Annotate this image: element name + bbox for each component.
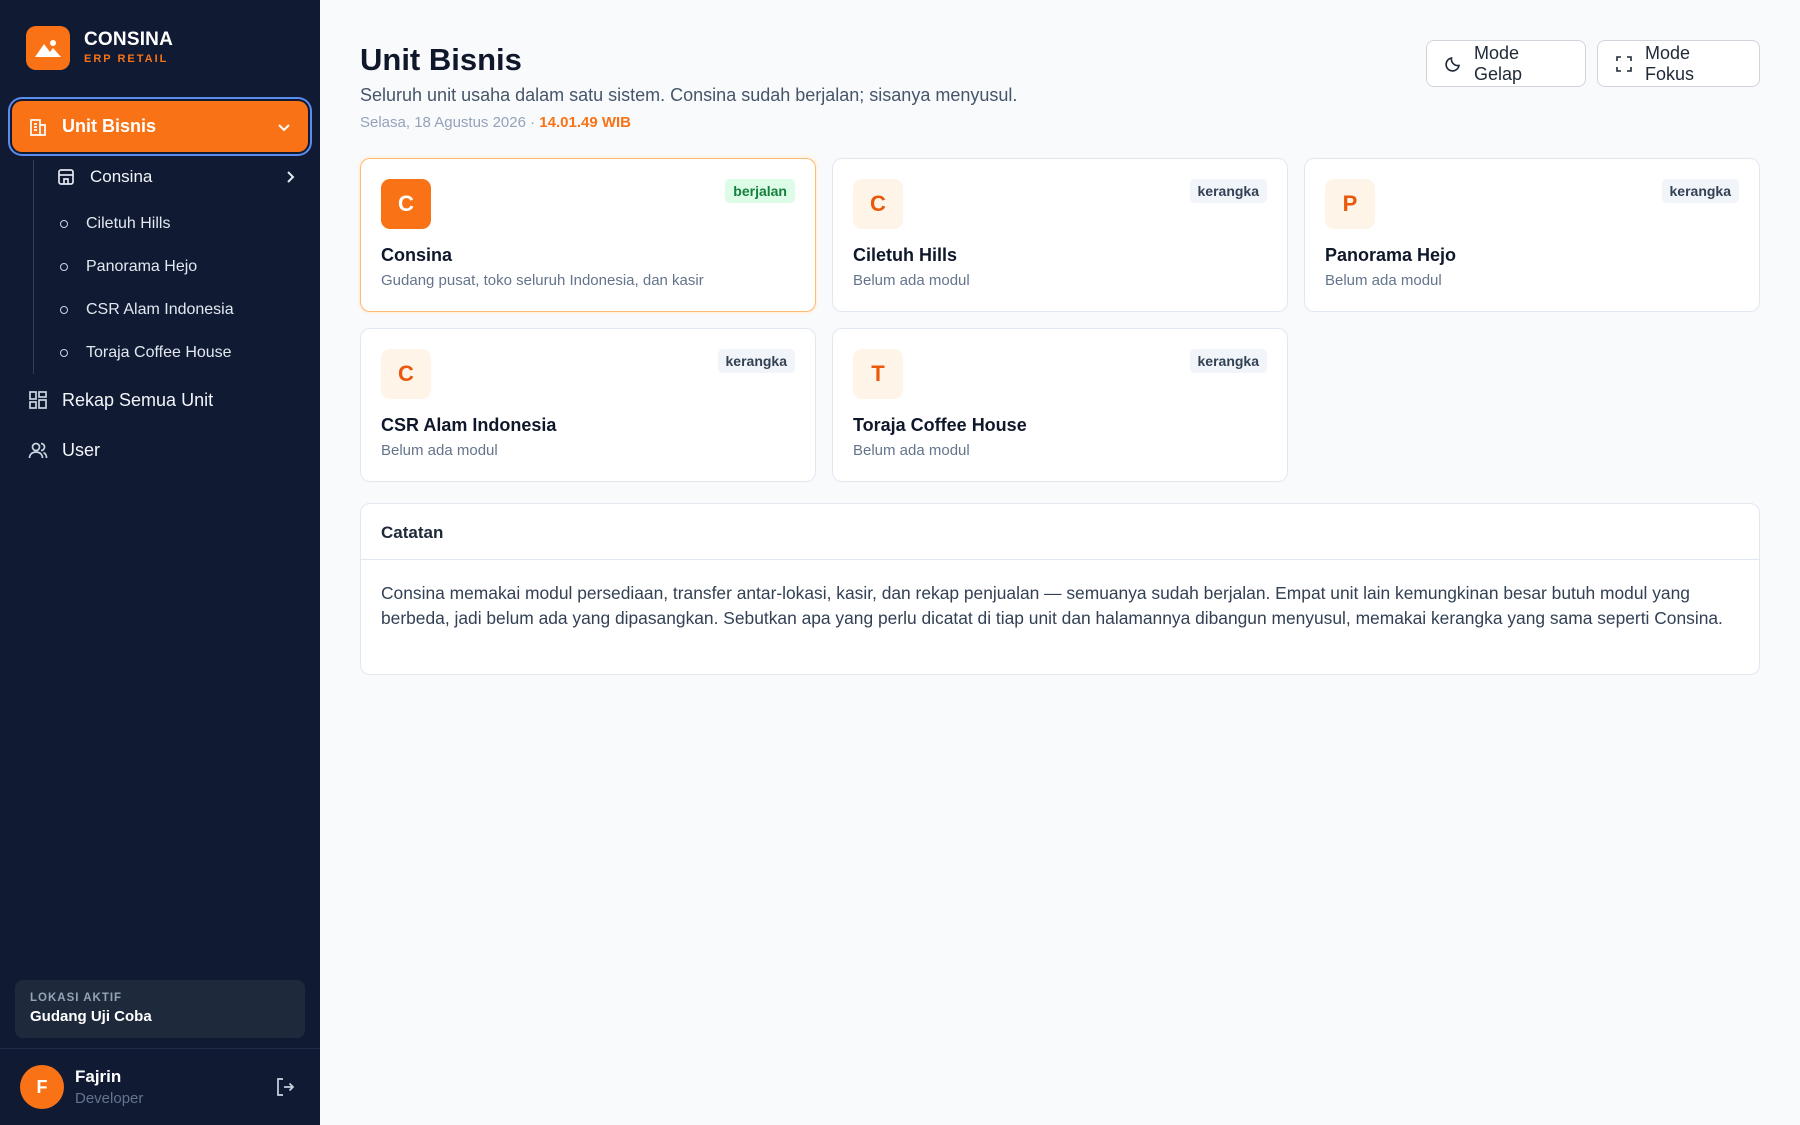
sidebar-subitem-label: Consina [90,167,153,186]
status-badge: kerangka [1661,179,1739,203]
chevron-down-icon [276,119,292,135]
unit-name: Panorama Hejo [1325,245,1457,265]
focus-mode-button[interactable]: Mode Fokus [1597,40,1760,87]
unit-description: Belum ada modul [381,442,498,459]
unit-name: Ciletuh Hills [853,245,958,265]
unit-initial: T [853,349,903,399]
dark-mode-label: Mode Gelap [1474,42,1523,84]
sidebar-subitem-panorama-hejo[interactable]: Panorama Hejo [60,255,197,279]
status-badge: kerangka [1189,179,1267,203]
active-location-label: LOKASI AKTIF [30,992,123,1004]
unit-name: Consina [381,245,453,265]
moon-icon [1444,55,1462,73]
focus-mode-label: Mode Fokus [1645,42,1695,84]
dark-mode-button[interactable]: Mode Gelap [1426,40,1586,87]
unit-card-csr-alam-indonesia[interactable]: C kerangka CSR Alam Indonesia Belum ada … [360,328,816,482]
subnav-guide-line [33,160,34,374]
status-badge: kerangka [717,349,795,373]
status-badge: berjalan [725,179,795,203]
unit-name: CSR Alam Indonesia [381,415,557,435]
avatar[interactable]: F [20,1065,64,1109]
bullet-icon [60,263,68,271]
sidebar-subitem-ciletuh-hills[interactable]: Ciletuh Hills [60,212,170,236]
sidebar-item-label: User [62,439,101,460]
sidebar-divider [0,1048,320,1049]
sidebar-item-label: Rekap Semua Unit [62,389,214,410]
bullet-icon [60,349,68,357]
unit-initial: C [381,179,431,229]
sidebar-subitem-csr-alam-indonesia[interactable]: CSR Alam Indonesia [60,298,234,322]
mountain-logo-icon [26,26,70,70]
sidebar-item-user[interactable]: User [28,435,100,465]
sidebar-subitem-label: Ciletuh Hills [86,215,171,232]
unit-initial: C [381,349,431,399]
bullet-icon [60,220,68,228]
current-date: Selasa, 18 Agustus 2026 · [360,114,536,131]
unit-description: Belum ada modul [853,272,970,289]
unit-initial: P [1325,179,1375,229]
expand-icon [1615,55,1633,73]
status-badge: kerangka [1189,349,1267,373]
unit-description: Gudang pusat, toko seluruh Indonesia, da… [381,272,704,289]
users-icon [28,440,48,460]
user-role: Developer [75,1090,144,1107]
user-profile: F Fajrin Developer [20,1064,300,1110]
sidebar-subitem-label: CSR Alam Indonesia [86,301,234,318]
sidebar-subitem-toraja-coffee-house[interactable]: Toraja Coffee House [60,341,232,365]
page-datetime: Selasa, 18 Agustus 2026 · 14.01.49 WIB [360,114,631,131]
page-description: Seluruh unit usaha dalam satu sistem. Co… [360,85,1018,105]
page-title: Unit Bisnis [360,42,522,77]
sidebar-item-rekap-semua-unit[interactable]: Rekap Semua Unit [28,385,213,415]
active-location-value: Gudang Uji Coba [30,1008,152,1025]
unit-card-consina[interactable]: C berjalan Consina Gudang pusat, toko se… [360,158,816,312]
sidebar: CONSINA ERP RETAIL Unit Bisnis Consina C… [0,0,320,1125]
current-time: 14.01.49 WIB [539,114,632,131]
sidebar-item-unit-bisnis[interactable]: Unit Bisnis [12,101,308,152]
bullet-icon [60,306,68,314]
notes-body: Consina memakai modul persediaan, transf… [381,583,1723,628]
sidebar-subitem-label: Panorama Hejo [86,258,198,275]
unit-description: Belum ada modul [853,442,970,459]
sidebar-item-label: Unit Bisnis [62,116,157,136]
building-icon [28,117,48,137]
brand-name: CONSINA [84,29,174,50]
unit-description: Belum ada modul [1325,272,1442,289]
unit-card-toraja-coffee-house[interactable]: T kerangka Toraja Coffee House Belum ada… [832,328,1288,482]
chevron-right-icon [282,169,298,185]
brand-subtitle: ERP RETAIL [84,53,169,65]
brand[interactable]: CONSINA ERP RETAIL [26,26,173,70]
grid-icon [28,390,48,410]
unit-card-ciletuh-hills[interactable]: C kerangka Ciletuh Hills Belum ada modul [832,158,1288,312]
sidebar-subitem-consina[interactable]: Consina [56,162,300,192]
notes-title: Catatan [361,504,1759,560]
user-name: Fajrin [75,1067,122,1086]
unit-name: Toraja Coffee House [853,415,1027,435]
notes-panel: Catatan Consina memakai modul persediaan… [360,503,1760,675]
active-location[interactable]: LOKASI AKTIF Gudang Uji Coba [15,980,305,1038]
logout-icon[interactable] [274,1076,296,1098]
sidebar-subitem-label: Toraja Coffee House [86,344,232,361]
unit-initial: C [853,179,903,229]
unit-card-panorama-hejo[interactable]: P kerangka Panorama Hejo Belum ada modul [1304,158,1760,312]
store-icon [56,167,76,187]
